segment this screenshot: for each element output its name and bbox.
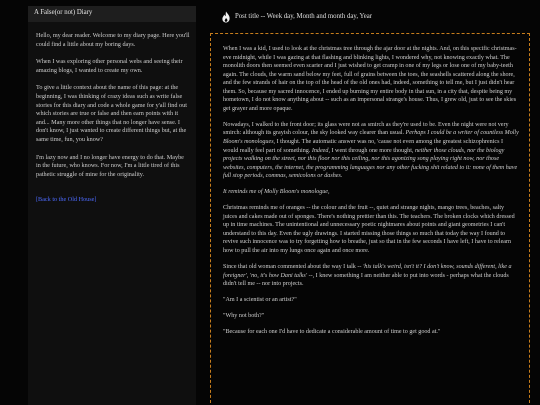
sidebar-paragraph: Hello, my dear reader. Welcome to my dia… — [36, 32, 190, 48]
post-paragraph: It reminds me of Molly Bloom's monologue… — [223, 188, 519, 197]
post-italic-text: It reminds me of Molly Bloom's monologue… — [223, 189, 330, 196]
post-paragraph: "Because for each one I'd have to dedica… — [223, 329, 441, 336]
post-paragraph: Nowadays, I walked to the front door; it… — [223, 121, 519, 181]
back-to-old-house-link[interactable]: [Back to the Old House] — [36, 196, 97, 203]
sidebar-paragraph: To give a little context about the name … — [36, 84, 187, 143]
sidebar-paragraph: I'm lazy now and I no longer have energy… — [36, 153, 184, 178]
post-text: Since that old woman commented about the… — [223, 264, 362, 271]
post-paragraph: "Am I a scientist or an artist?" — [223, 297, 297, 304]
post-content: When I was a kid, I used to look at the … — [210, 33, 530, 405]
post-text: I went through one more thought, — [331, 147, 414, 154]
post-italic-text: Indeed, — [311, 147, 330, 154]
post-paragraph: "Why not both?" — [223, 313, 265, 320]
sidebar-paragraph: When I was exploring other personal webs… — [36, 58, 183, 74]
flame-icon — [221, 10, 231, 23]
post-paragraph: When I was a kid, I used to look at the … — [223, 46, 517, 112]
sidebar-body: Hello, my dear reader. Welcome to my dia… — [28, 22, 196, 206]
sidebar: A False(or not) Diary Hello, my dear rea… — [28, 6, 196, 405]
post-header: Post title -- Week day, Month and month … — [221, 8, 372, 24]
post-paragraph: Christmas reminds me of oranges -- the c… — [223, 205, 515, 254]
post-paragraph: Since that old woman commented about the… — [223, 263, 519, 289]
sidebar-title: A False(or not) Diary — [28, 6, 196, 22]
post-title: Post title -- Week day, Month and month … — [235, 12, 373, 20]
